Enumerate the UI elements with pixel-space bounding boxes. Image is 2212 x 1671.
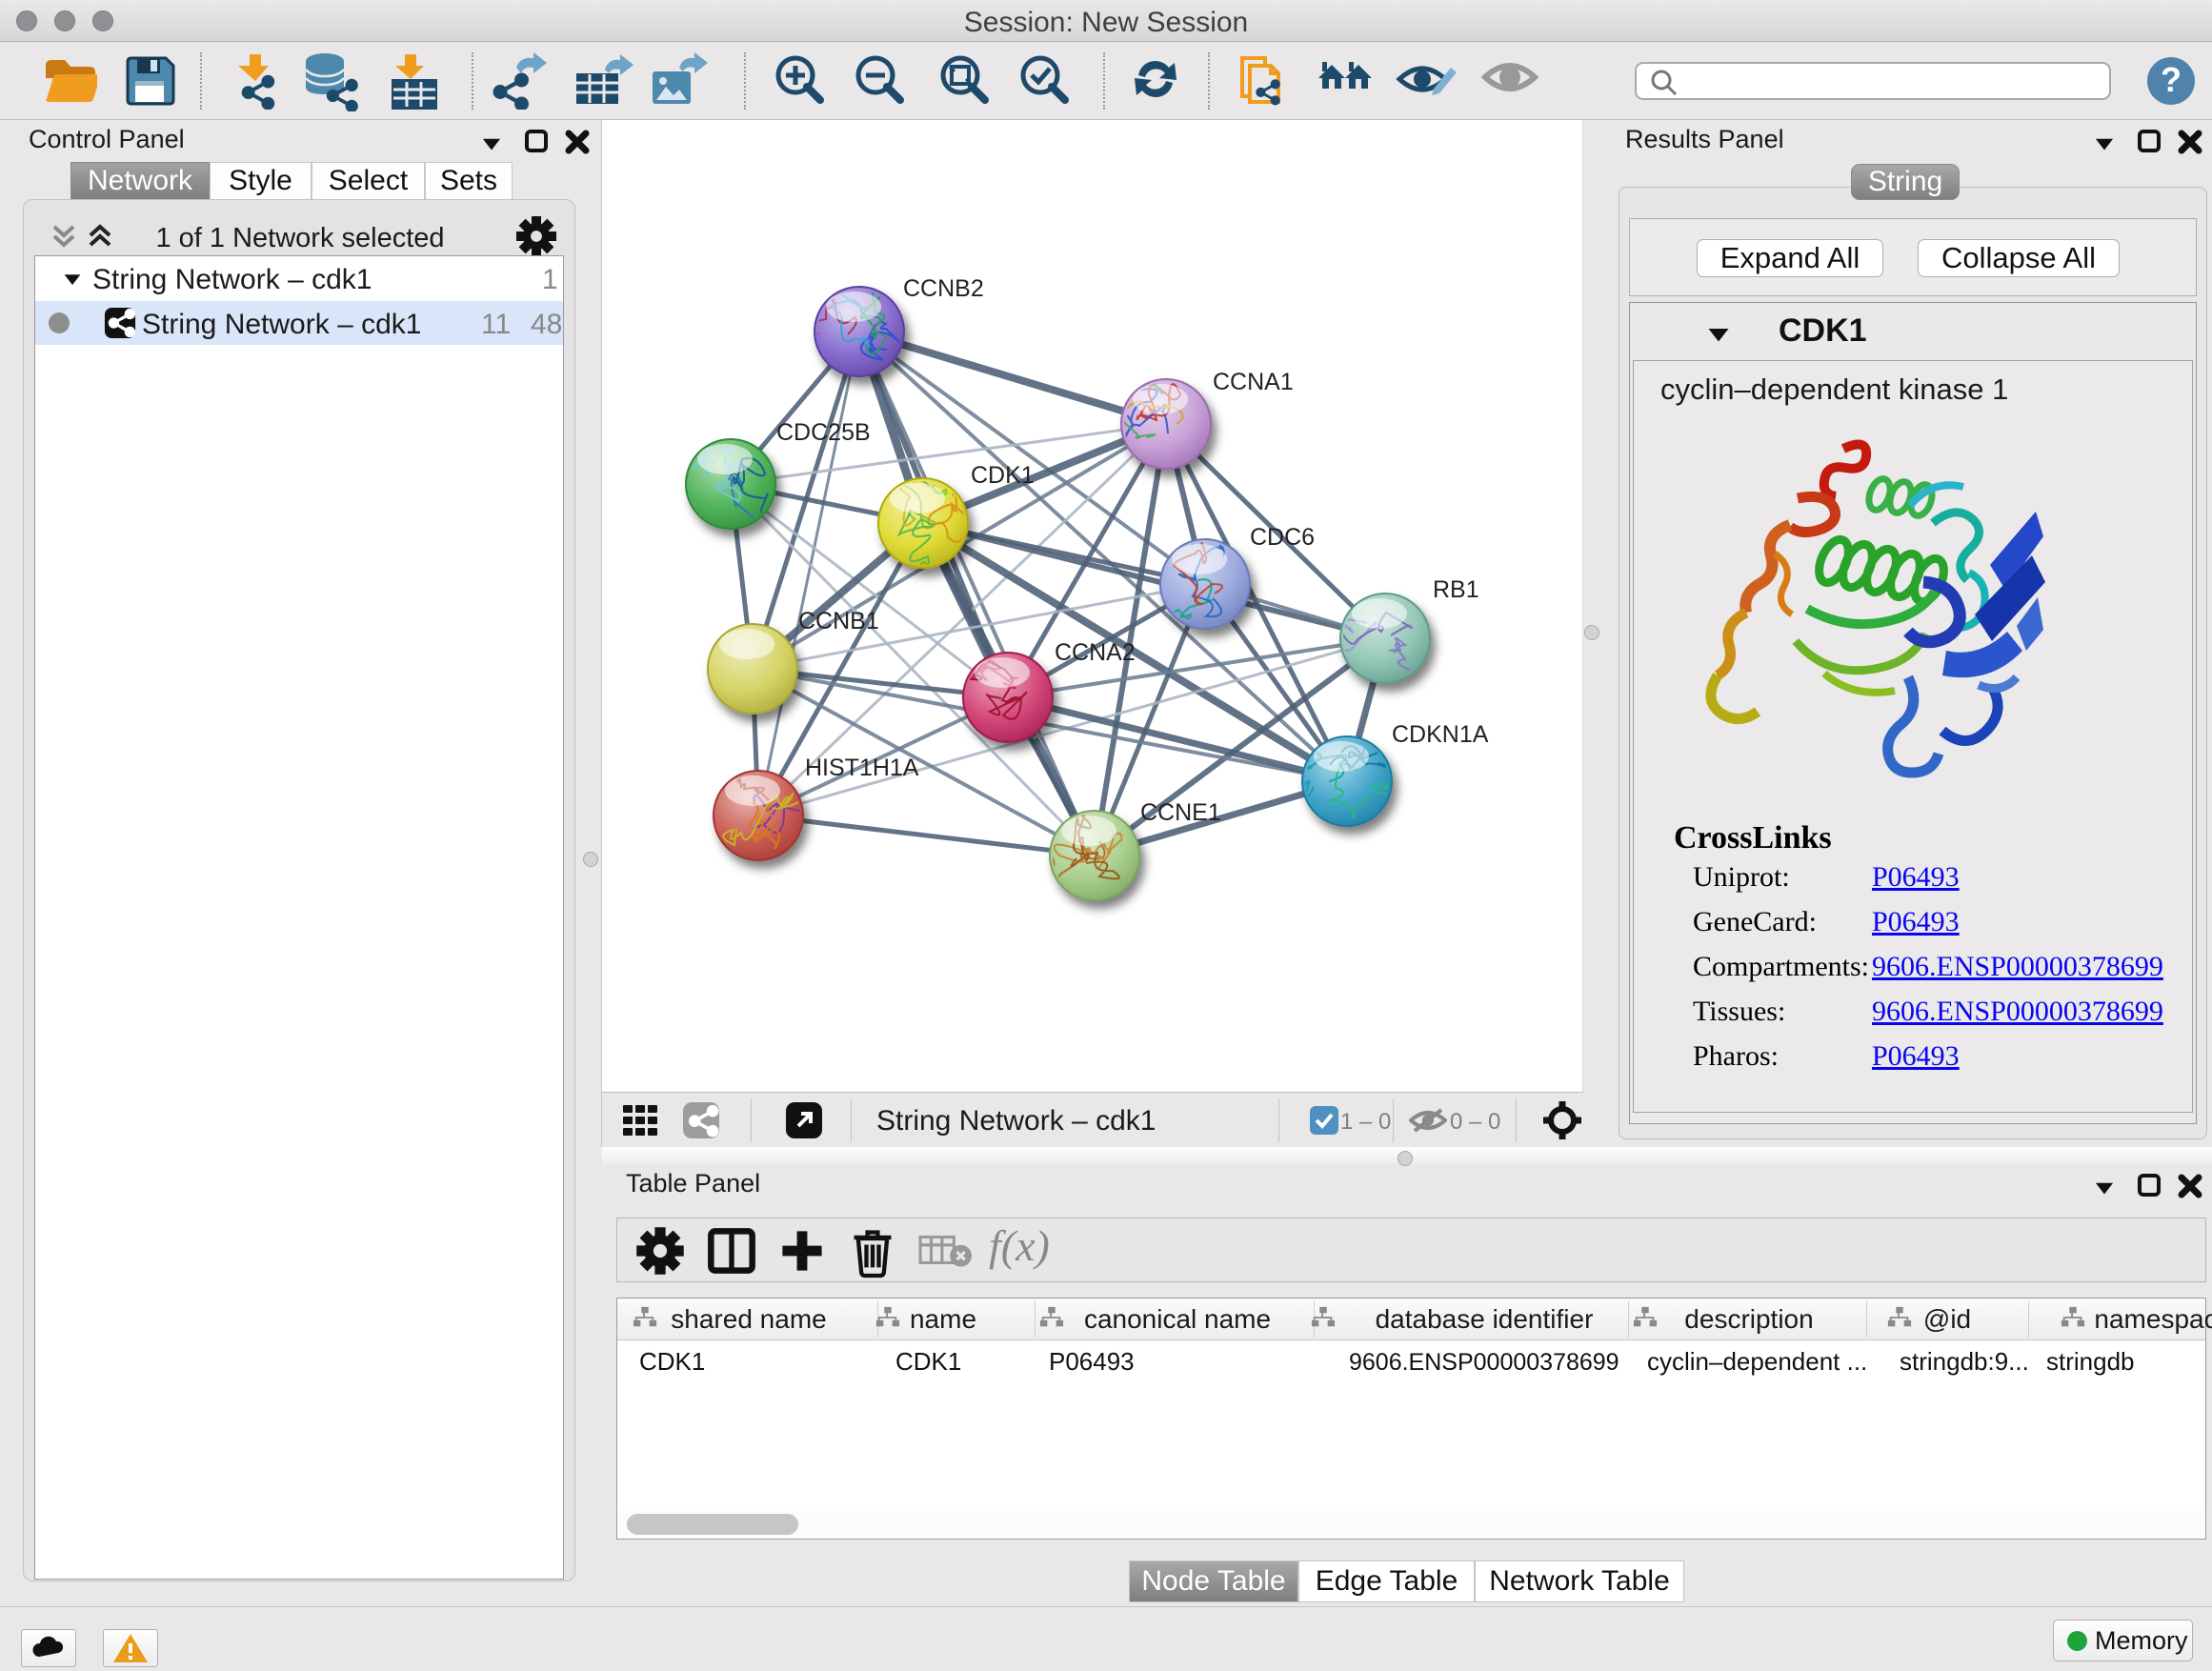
svg-text:RB1: RB1 [1433, 576, 1479, 603]
svg-text:CCNB1: CCNB1 [798, 608, 879, 634]
svg-text:?: ? [2161, 60, 2182, 99]
svg-text:CDC25B: CDC25B [776, 419, 871, 446]
svg-text:CCNE1: CCNE1 [1140, 799, 1221, 826]
svg-text:CDK1: CDK1 [971, 462, 1035, 489]
svg-text:HIST1H1A: HIST1H1A [805, 755, 919, 781]
svg-text:CCNA1: CCNA1 [1213, 369, 1294, 395]
svg-text:CDC6: CDC6 [1250, 524, 1315, 551]
svg-text:CDKN1A: CDKN1A [1392, 721, 1489, 748]
svg-text:CCNA2: CCNA2 [1055, 639, 1136, 666]
svg-text:CCNB2: CCNB2 [903, 275, 984, 302]
